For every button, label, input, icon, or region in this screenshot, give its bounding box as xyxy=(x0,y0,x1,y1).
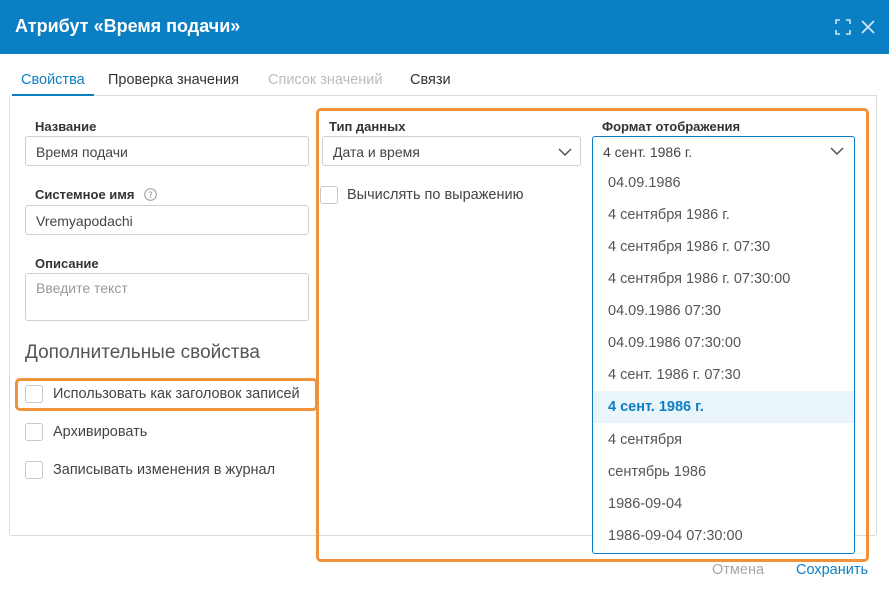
highlight-frame-data-type xyxy=(316,108,869,562)
name-label: Название xyxy=(35,119,97,134)
tab-properties[interactable]: Свойства xyxy=(21,72,85,88)
system-name-field[interactable]: Vremyapodachi xyxy=(25,205,309,235)
tab-links[interactable]: Связи xyxy=(410,72,451,88)
close-icon[interactable] xyxy=(860,19,876,35)
dialog-titlebar: Атрибут «Время подачи» xyxy=(0,0,889,54)
save-button[interactable]: Сохранить xyxy=(796,562,868,578)
log-changes-checkbox[interactable] xyxy=(25,461,43,479)
help-icon[interactable]: ? xyxy=(144,188,157,201)
description-label: Описание xyxy=(35,256,99,271)
svg-text:?: ? xyxy=(148,191,153,201)
expand-icon[interactable] xyxy=(835,19,851,35)
tab-value-list: Список значений xyxy=(268,72,383,88)
highlight-frame-header-option xyxy=(15,378,318,411)
cancel-button[interactable]: Отмена xyxy=(712,562,764,578)
additional-properties-title: Дополнительные свойства xyxy=(25,342,260,363)
log-changes-label[interactable]: Записывать изменения в журнал xyxy=(53,462,275,478)
tab-value-validation[interactable]: Проверка значения xyxy=(108,72,239,88)
archive-checkbox[interactable] xyxy=(25,423,43,441)
description-placeholder: Введите текст xyxy=(36,280,128,296)
dialog-title: Атрибут «Время подачи» xyxy=(15,16,241,36)
name-field[interactable]: Время подачи xyxy=(25,136,309,166)
system-name-label: Системное имя xyxy=(35,187,135,202)
description-textarea[interactable]: Введите текст xyxy=(25,273,309,321)
archive-label[interactable]: Архивировать xyxy=(53,424,147,440)
